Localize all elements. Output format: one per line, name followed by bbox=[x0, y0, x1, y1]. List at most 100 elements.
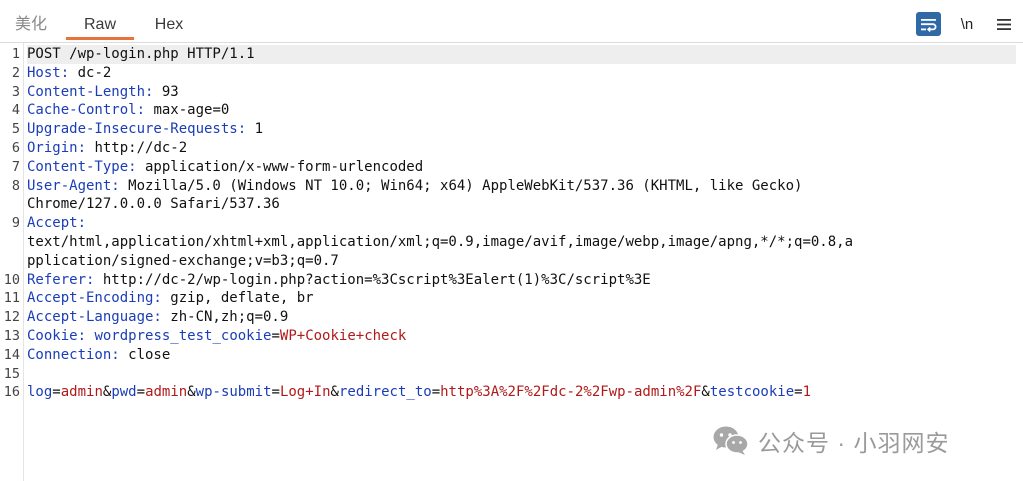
line-content: Chrome/127.0.0.0 Safari/537.36 bbox=[27, 195, 1016, 214]
tab-hex[interactable]: Hex bbox=[146, 0, 192, 40]
line-number: 8 bbox=[11, 177, 20, 194]
header-value-continuation: pplication/signed-exchange;v=b3;q=0.7 bbox=[27, 252, 339, 269]
header-value: gzip, deflate, br bbox=[161, 290, 314, 307]
request-line: POST /wp-login.php HTTP/1.1 bbox=[27, 46, 255, 62]
watermark: 公众号 · 小羽网安 bbox=[712, 424, 949, 458]
header-value: zh-CN,zh;q=0.9 bbox=[161, 309, 289, 326]
code-line: Chrome/127.0.0.0 Safari/537.36 bbox=[0, 195, 1023, 214]
show-newlines-button[interactable]: \n bbox=[955, 12, 979, 36]
line-content: POST /wp-login.php HTTP/1.1 bbox=[27, 45, 1016, 64]
header-name: Cache-Control: bbox=[27, 102, 146, 119]
line-number: 9 bbox=[11, 215, 20, 232]
line-content: pplication/signed-exchange;v=b3;q=0.7 bbox=[27, 252, 1016, 271]
code-line: 4 Cache-Control: max-age=0 bbox=[0, 101, 1023, 120]
line-number: 13 bbox=[3, 328, 20, 344]
code-operator: = bbox=[794, 384, 803, 401]
code-line: 15 bbox=[0, 365, 1023, 384]
header-name: Accept: bbox=[27, 215, 87, 232]
line-number: 2 bbox=[11, 64, 20, 81]
code-line: 7 Content-Type: application/x-www-form-ur… bbox=[0, 158, 1023, 177]
header-value: http://dc-2/wp-login.php?action=%3Cscrip… bbox=[94, 271, 651, 288]
header-name: Host: bbox=[27, 64, 70, 81]
code-operator: = bbox=[271, 328, 280, 344]
watermark-text: 公众号 · 小羽网安 bbox=[758, 430, 950, 456]
code-line: 6 Origin: http://dc-2 bbox=[0, 139, 1023, 158]
line-number: 16 bbox=[3, 384, 20, 401]
param-separator: & bbox=[330, 384, 339, 401]
raw-request-editor[interactable]: 1 POST /wp-login.php HTTP/1.1 2 Host: dc-2 3… bbox=[0, 43, 1023, 481]
code-operator: = bbox=[271, 384, 280, 401]
param-name: testcookie bbox=[709, 384, 795, 401]
param-name: pwd bbox=[111, 384, 137, 401]
code-line: 8 User-Agent: Mozilla/5.0 (Windows NT 10.… bbox=[0, 177, 1023, 196]
code-line: pplication/signed-exchange;v=b3;q=0.7 bbox=[0, 252, 1023, 271]
header-value-continuation: Chrome/127.0.0.0 Safari/537.36 bbox=[27, 196, 280, 213]
line-content: Accept-Language: zh-CN,zh;q=0.9 bbox=[27, 308, 1016, 327]
line-number: 1 bbox=[11, 46, 20, 62]
line-content: Accept: bbox=[27, 214, 1016, 233]
param-name: log bbox=[27, 384, 53, 401]
code-line: 9 Accept: bbox=[0, 214, 1023, 233]
header-value: 1 bbox=[246, 121, 264, 138]
line-number: 4 bbox=[11, 102, 20, 119]
code-line: 16 log=admin&pwd=admin&wp-submit=Log+In&r… bbox=[0, 383, 1023, 402]
line-number: 14 bbox=[3, 346, 20, 363]
newline-label: \n bbox=[960, 15, 974, 33]
code-operator: = bbox=[52, 384, 61, 401]
header-value: Mozilla/5.0 (Windows NT 10.0; Win64; x64… bbox=[119, 177, 803, 194]
header-value: 93 bbox=[153, 83, 179, 100]
wechat-icon bbox=[713, 426, 749, 455]
param-value: admin bbox=[60, 384, 103, 401]
line-number: 12 bbox=[3, 309, 20, 326]
hamburger-menu-icon bbox=[997, 18, 1011, 30]
menu-button[interactable] bbox=[993, 12, 1015, 36]
header-value: max-age=0 bbox=[145, 102, 230, 119]
editor-tab-bar: 美化 Raw Hex \n bbox=[0, 0, 1023, 43]
line-content: Origin: http://dc-2 bbox=[27, 139, 1016, 158]
line-content: User-Agent: Mozilla/5.0 (Windows NT 10.0… bbox=[27, 177, 1016, 196]
line-content: Accept-Encoding: gzip, deflate, br bbox=[27, 289, 1016, 308]
line-content: Cache-Control: max-age=0 bbox=[27, 101, 1016, 120]
line-number: 11 bbox=[3, 290, 20, 307]
code-line: 13 Cookie: wordpress_test_cookie=WP+Cooki… bbox=[0, 327, 1023, 346]
line-content: log=admin&pwd=admin&wp-submit=Log+In&red… bbox=[27, 383, 1016, 402]
header-name: Connection: bbox=[27, 346, 120, 363]
header-name: User-Agent: bbox=[27, 177, 120, 194]
code-operator: = bbox=[431, 384, 441, 401]
line-number: 6 bbox=[11, 140, 20, 156]
line-number: 5 bbox=[11, 121, 20, 138]
code-line: 2 Host: dc-2 bbox=[0, 64, 1023, 83]
header-name: Origin: bbox=[27, 140, 87, 156]
word-wrap-button[interactable] bbox=[916, 12, 941, 36]
header-value: close bbox=[119, 346, 171, 363]
tab-pretty[interactable]: 美化 bbox=[8, 0, 54, 40]
param-value: http%3A%2F%2Fdc-2%2Fwp-admin%2F bbox=[440, 384, 702, 401]
param-name: redirect_to bbox=[338, 384, 432, 401]
header-value: dc-2 bbox=[69, 64, 112, 81]
code-line: 12 Accept-Language: zh-CN,zh;q=0.9 bbox=[0, 308, 1023, 327]
code-line: 10 Referer: http://dc-2/wp-login.php?acti… bbox=[0, 271, 1023, 290]
code-line: 14 Connection: close bbox=[0, 346, 1023, 365]
tab-raw[interactable]: Raw bbox=[66, 0, 134, 40]
line-content: Cookie: wordpress_test_cookie=WP+Cookie+… bbox=[27, 327, 1016, 346]
header-name: Accept-Encoding: bbox=[27, 290, 162, 307]
code-line: 11 Accept-Encoding: gzip, deflate, br bbox=[0, 289, 1023, 308]
line-number: 10 bbox=[3, 271, 20, 288]
header-name: Content-Length: bbox=[27, 83, 154, 100]
line-content: text/html,application/xhtml+xml,applicat… bbox=[27, 233, 1016, 252]
code-operator: = bbox=[136, 384, 146, 401]
header-name: Upgrade-Insecure-Requests: bbox=[27, 121, 247, 138]
code-line: 3 Content-Length: 93 bbox=[0, 83, 1023, 102]
line-content: Content-Length: 93 bbox=[27, 83, 1016, 102]
header-value: application/x-www-form-urlencoded bbox=[136, 158, 424, 175]
line-content: Content-Type: application/x-www-form-url… bbox=[27, 158, 1016, 177]
line-content: Referer: http://dc-2/wp-login.php?action… bbox=[27, 271, 1016, 290]
code-line: text/html,application/xhtml+xml,applicat… bbox=[0, 233, 1023, 252]
header-name: Content-Type: bbox=[27, 158, 137, 175]
header-value: http://dc-2 bbox=[86, 140, 188, 156]
word-wrap-icon bbox=[921, 18, 937, 32]
param-separator: & bbox=[701, 384, 710, 401]
header-name: Accept-Language: bbox=[27, 309, 162, 326]
line-number: 15 bbox=[3, 365, 20, 382]
line-number: 3 bbox=[11, 83, 20, 100]
